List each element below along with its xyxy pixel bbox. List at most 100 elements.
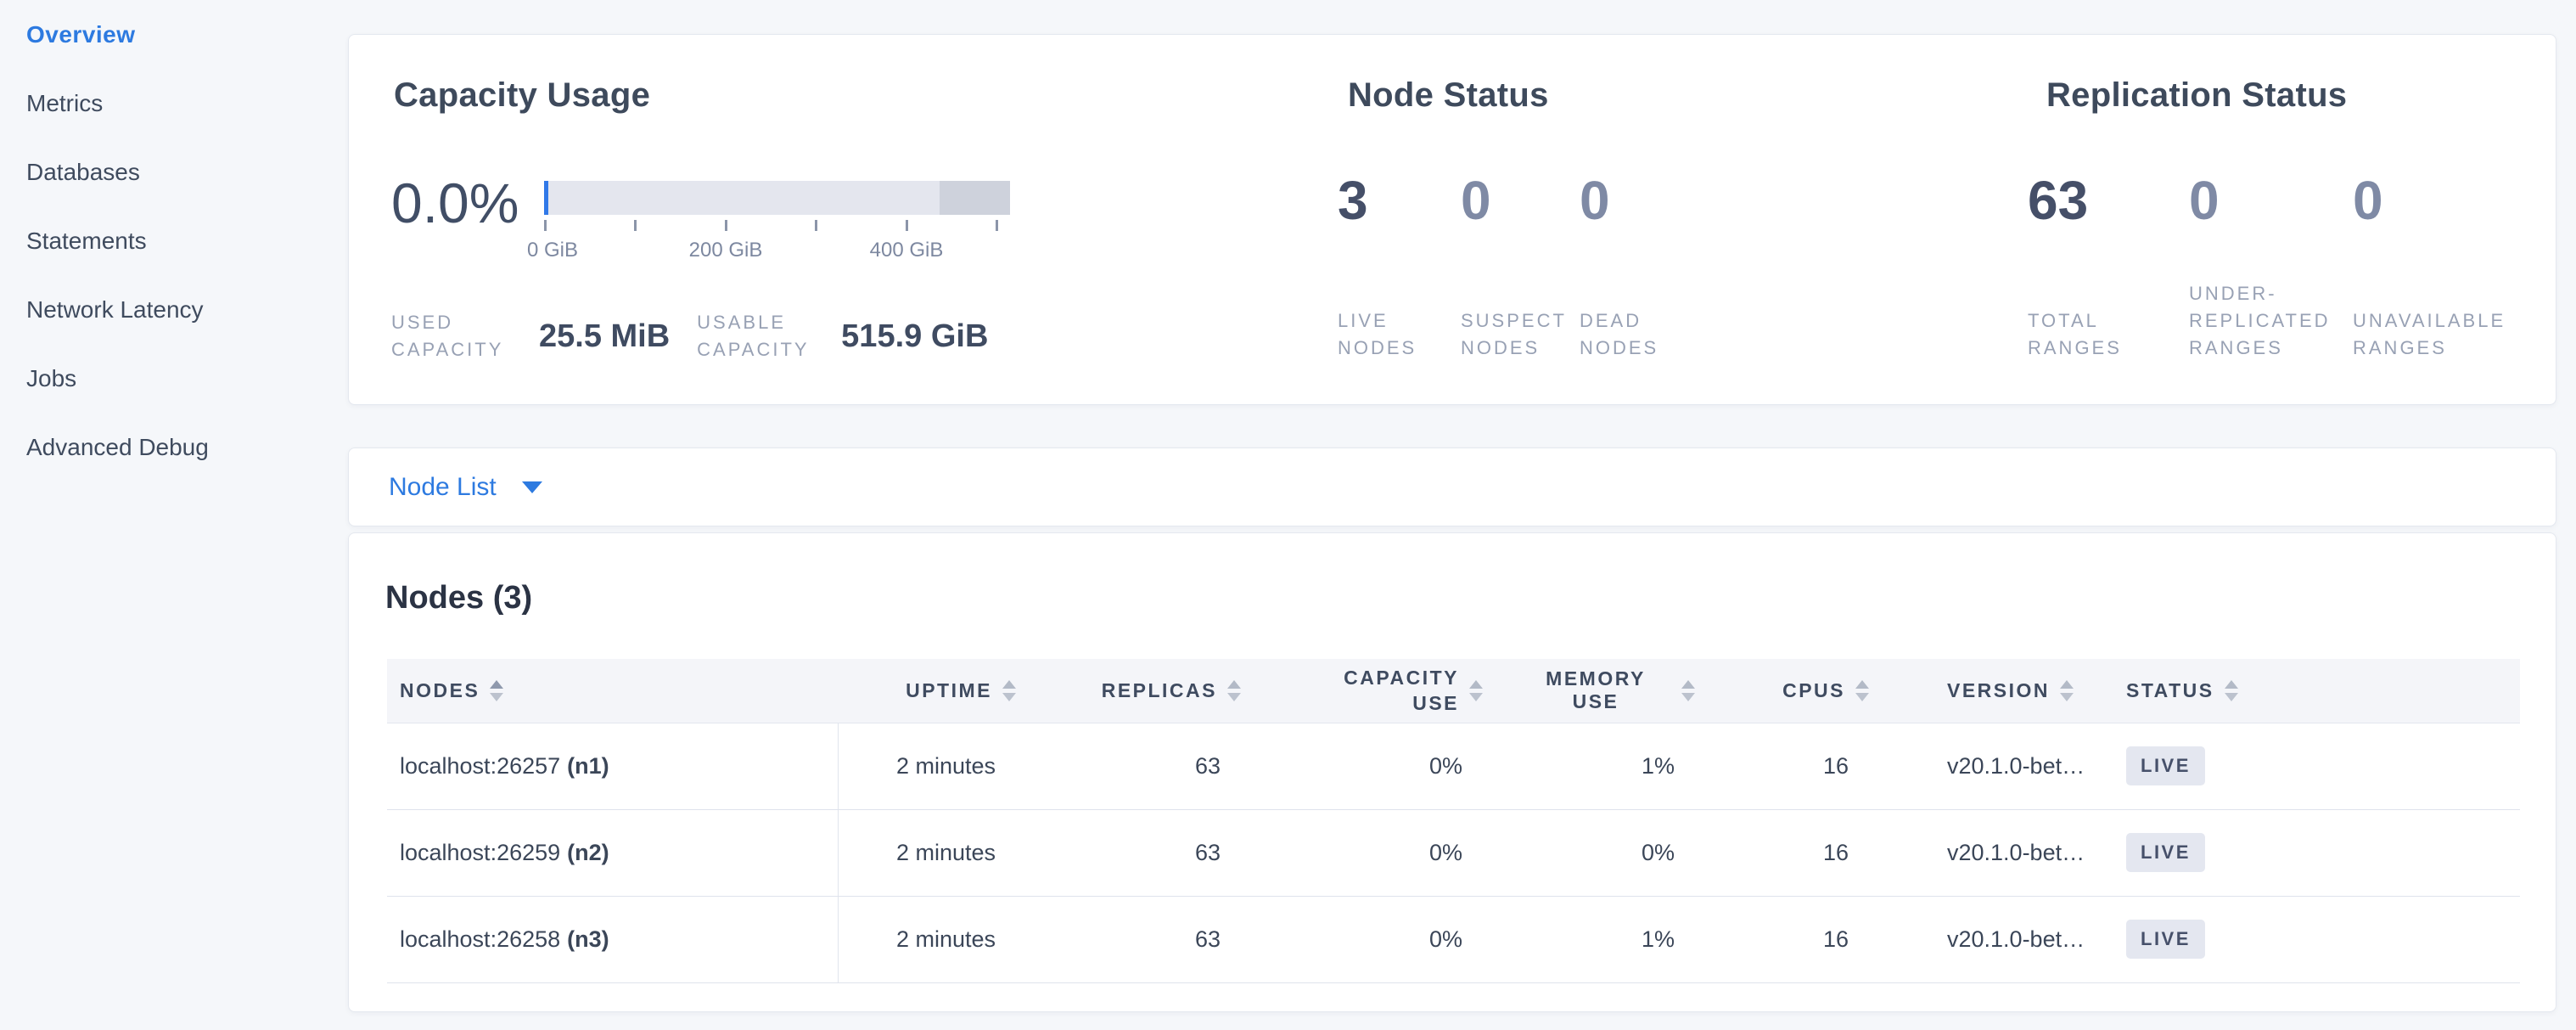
uptime-cell: 2 minutes: [838, 896, 1053, 982]
nodes-table-title: Nodes (3): [385, 580, 532, 616]
chevron-down-icon[interactable]: [522, 481, 542, 493]
cpus-cell: 16: [1732, 809, 1906, 896]
capacity-gauge-used-bar: [544, 181, 548, 215]
sort-icon[interactable]: [1855, 680, 1869, 701]
column-header-nodes[interactable]: NODES: [387, 659, 838, 723]
node-address-cell[interactable]: localhost:26259(n2): [387, 809, 838, 896]
sidebar-item-network-latency[interactable]: Network Latency: [26, 298, 348, 322]
total-ranges-label: TOTAL RANGES: [2028, 307, 2172, 362]
sidebar: Overview Metrics Databases Statements Ne…: [0, 0, 348, 1030]
cpus-cell: 16: [1732, 896, 1906, 982]
cluster-summary-card: Capacity Usage 0.0% 0 GiB 200 GiB 400 Gi…: [348, 34, 2556, 405]
node-status-title: Node Status: [1348, 76, 1549, 115]
column-header-version[interactable]: VERSION: [1906, 659, 2106, 723]
column-header-replicas[interactable]: REPLICAS: [1053, 659, 1278, 723]
status-badge: LIVE: [2126, 746, 2205, 785]
view-selector-card: Node List: [348, 447, 2556, 526]
capacity-use-cell: 0%: [1278, 896, 1520, 982]
cockroachdb-admin-ui: Overview Metrics Databases Statements Ne…: [0, 0, 2576, 1030]
column-header-memory-use[interactable]: MEMORY USE: [1520, 659, 1732, 723]
total-ranges-value: 63: [2028, 171, 2189, 230]
column-label: NODES: [400, 679, 480, 702]
capacity-gauge-dark-segment: [940, 181, 1010, 215]
column-label: CAPACITY USE: [1332, 665, 1459, 716]
sidebar-item-statements[interactable]: Statements: [26, 229, 348, 253]
sidebar-item-metrics[interactable]: Metrics: [26, 92, 348, 115]
column-label: MEMORY USE: [1520, 667, 1671, 713]
status-cell: LIVE: [2106, 809, 2520, 896]
dead-nodes-value: 0: [1580, 171, 1707, 230]
under-replicated-ranges-value: 0: [2189, 171, 2353, 230]
sort-icon[interactable]: [490, 680, 503, 701]
capacity-gauge-ticks: [544, 220, 1010, 231]
node-id: (n1): [567, 753, 609, 779]
cpus-cell: 16: [1732, 723, 1906, 809]
axis-label-400gib: 400 GiB: [870, 239, 944, 262]
under-replicated-ranges-label: UNDER-REPLICATED RANGES: [2189, 280, 2353, 362]
column-label: REPLICAS: [1102, 679, 1217, 702]
column-label: CPUS: [1782, 679, 1845, 702]
table-row-node-3[interactable]: localhost:26258(n3) 2 minutes 63 0% 1% 1…: [387, 896, 2520, 982]
table-row-node-1[interactable]: localhost:26257 (n1) 2 minutes 63 0% 1% 1…: [387, 723, 2520, 809]
node-list-dropdown-label[interactable]: Node List: [389, 473, 497, 502]
under-replicated-ranges-stat: 0 UNDER-REPLICATED RANGES: [2189, 171, 2353, 362]
dead-nodes-label: DEAD NODES: [1580, 307, 1707, 362]
version-cell: v20.1.0-bet…: [1906, 723, 2106, 809]
dead-nodes-stat: 0 DEAD NODES: [1580, 171, 1707, 362]
capacity-use-cell: 0%: [1278, 723, 1520, 809]
sidebar-item-advanced-debug[interactable]: Advanced Debug: [26, 436, 348, 459]
node-list-dropdown[interactable]: Node List: [349, 448, 2556, 526]
column-label: UPTIME: [906, 679, 992, 702]
column-header-cpus[interactable]: CPUS: [1732, 659, 1906, 723]
sort-icon[interactable]: [1681, 680, 1695, 701]
status-cell: LIVE: [2106, 723, 2520, 809]
status-badge: LIVE: [2126, 920, 2205, 959]
memory-use-cell: 0%: [1520, 809, 1732, 896]
capacity-used-percent: 0.0%: [391, 171, 519, 235]
usable-capacity-label: USABLE CAPACITY: [697, 309, 821, 363]
sort-icon[interactable]: [2225, 680, 2238, 701]
table-header-row: NODES UPTIME REPLICAS CAPACITY USE: [387, 659, 2520, 723]
unavailable-ranges-label: UNAVAILABLE RANGES: [2353, 307, 2540, 362]
used-capacity-value: 25.5 MiB: [539, 318, 670, 355]
sort-icon[interactable]: [1227, 680, 1241, 701]
replicas-cell: 63: [1053, 723, 1278, 809]
column-header-capacity-use[interactable]: CAPACITY USE: [1278, 659, 1520, 723]
table-row-node-2[interactable]: localhost:26259(n2) 2 minutes 63 0% 0% 1…: [387, 809, 2520, 896]
uptime-cell: 2 minutes: [838, 809, 1053, 896]
memory-use-cell: 1%: [1520, 723, 1732, 809]
replicas-cell: 63: [1053, 809, 1278, 896]
column-header-status[interactable]: STATUS: [2106, 659, 2520, 723]
unavailable-ranges-stat: 0 UNAVAILABLE RANGES: [2353, 171, 2540, 362]
node-address: localhost:26258: [400, 926, 560, 952]
node-address: localhost:26257: [400, 753, 560, 779]
replicas-cell: 63: [1053, 896, 1278, 982]
sort-icon[interactable]: [1002, 680, 1016, 701]
nodes-table: NODES UPTIME REPLICAS CAPACITY USE: [387, 659, 2520, 983]
nodes-table-card: Nodes (3) NODES UPTIME REPLIC: [348, 532, 2556, 1012]
sort-icon[interactable]: [2060, 680, 2074, 701]
sidebar-item-databases[interactable]: Databases: [26, 160, 348, 184]
suspect-nodes-stat: 0 SUSPECT NODES: [1461, 171, 1580, 362]
uptime-cell: 2 minutes: [838, 723, 1053, 809]
column-label: VERSION: [1947, 679, 2050, 702]
status-cell: LIVE: [2106, 896, 2520, 982]
live-nodes-label: LIVE NODES: [1338, 307, 1461, 362]
node-id: (n2): [567, 840, 609, 865]
capacity-gauge-axis-labels: 0 GiB 200 GiB 400 GiB: [544, 239, 1010, 262]
capacity-use-cell: 0%: [1278, 809, 1520, 896]
column-header-uptime[interactable]: UPTIME: [838, 659, 1053, 723]
version-cell: v20.1.0-bet…: [1906, 809, 2106, 896]
node-address-cell[interactable]: localhost:26258(n3): [387, 896, 838, 982]
replication-status-title: Replication Status: [2046, 76, 2347, 115]
sidebar-item-jobs[interactable]: Jobs: [26, 367, 348, 391]
unavailable-ranges-value: 0: [2353, 171, 2540, 230]
axis-label-0gib: 0 GiB: [527, 239, 578, 262]
live-nodes-stat: 3 LIVE NODES: [1338, 171, 1461, 362]
node-address-cell[interactable]: localhost:26257 (n1): [387, 723, 838, 809]
sidebar-item-overview[interactable]: Overview: [26, 23, 348, 47]
capacity-stats: USED CAPACITY 25.5 MiB USABLE CAPACITY 5…: [391, 305, 988, 368]
usable-capacity-value: 515.9 GiB: [841, 318, 988, 355]
memory-use-cell: 1%: [1520, 896, 1732, 982]
sort-icon[interactable]: [1469, 680, 1483, 701]
